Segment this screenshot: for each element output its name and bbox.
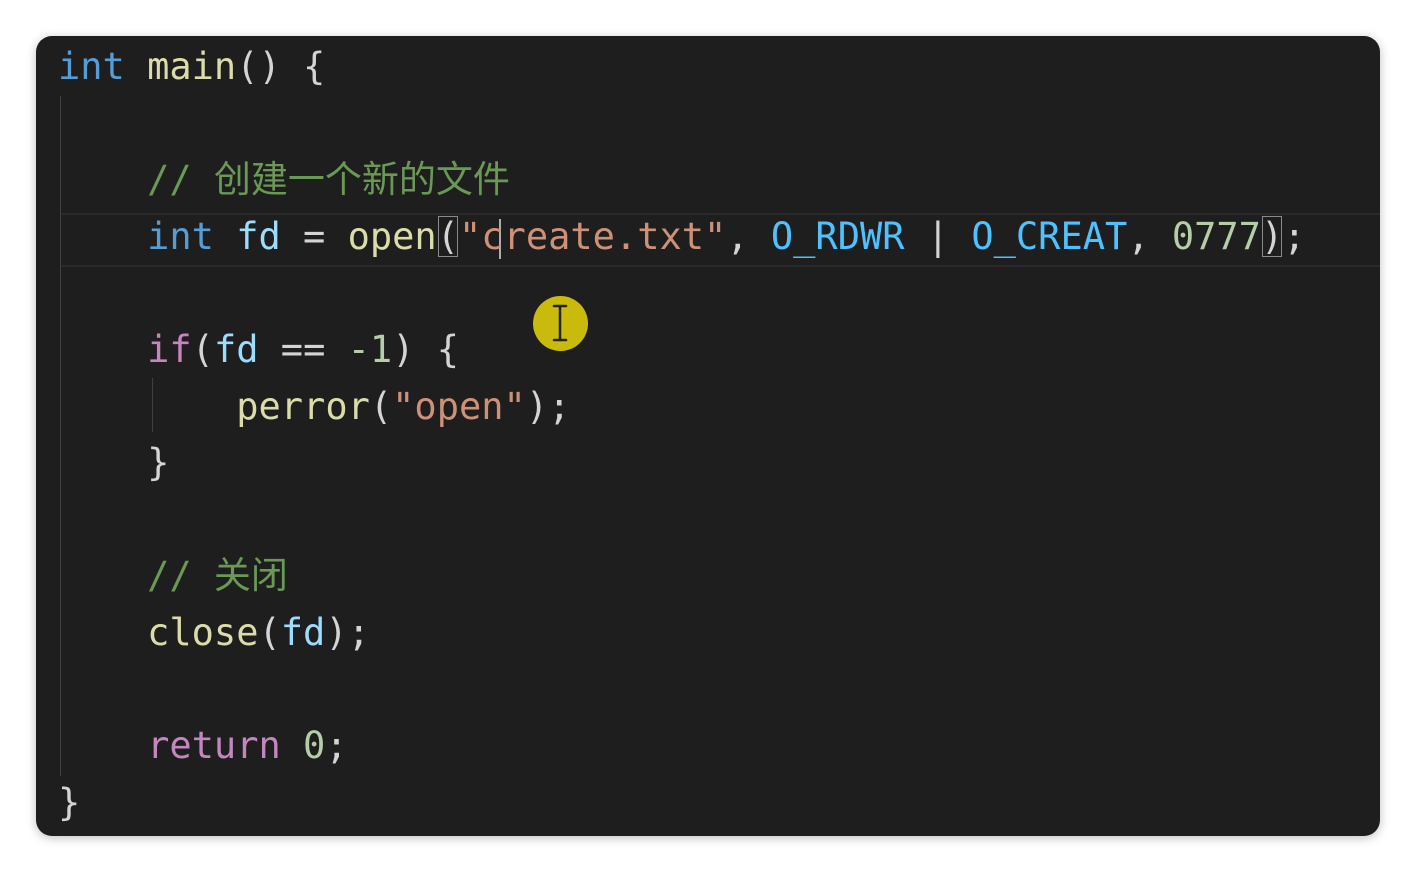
code-line-10[interactable]: // 关闭 <box>36 548 1380 604</box>
code-token: open <box>347 214 437 258</box>
code-line-3[interactable]: // 创建一个新的文件 <box>36 152 1380 208</box>
code-token: int <box>147 214 214 258</box>
code-line-7[interactable]: perror("open"); <box>36 379 1380 435</box>
code-line-14[interactable]: } <box>36 775 1380 831</box>
code-token: ) <box>1260 214 1284 258</box>
code-token: () { <box>236 45 326 88</box>
screenshot-frame: int main() { // 创建一个新的文件 int fd = open("… <box>36 36 1380 836</box>
code-line-2[interactable] <box>36 96 1380 152</box>
code-editor[interactable]: int main() { // 创建一个新的文件 int fd = open("… <box>36 36 1380 836</box>
code-token: O_CREAT <box>971 214 1128 258</box>
code-line-9[interactable] <box>36 492 1380 548</box>
code-line-8[interactable]: } <box>36 435 1380 491</box>
code-line-4[interactable]: int fd = open("create.txt", O_RDWR | O_C… <box>36 209 1380 265</box>
code-token: ); <box>525 384 571 428</box>
code-token: "open" <box>392 384 526 428</box>
code-token: ; <box>1283 214 1306 258</box>
code-token: = <box>280 214 348 258</box>
code-token: ) { <box>392 328 460 371</box>
code-token: "create.txt" <box>459 214 727 258</box>
code-line-6[interactable]: if(fd == -1) { <box>36 322 1380 378</box>
code-line-12[interactable] <box>36 662 1380 718</box>
code-token: ( <box>436 214 459 258</box>
code-token: fd <box>213 328 259 371</box>
code-token: 0777 <box>1171 214 1261 258</box>
code-token: == <box>258 328 348 371</box>
code-line-11[interactable]: close(fd); <box>36 605 1380 661</box>
code-token: , <box>726 214 771 258</box>
code-token: ; <box>325 724 348 768</box>
code-token: ( <box>258 611 281 654</box>
code-token: fd <box>280 611 326 654</box>
code-token: ( <box>369 384 393 428</box>
code-token: fd <box>236 214 281 258</box>
code-token: // 关闭 <box>58 554 288 598</box>
code-token: } <box>58 780 81 824</box>
code-line-13[interactable]: return 0; <box>36 718 1380 774</box>
code-token: 0 <box>303 724 326 768</box>
code-token: , <box>1127 214 1172 258</box>
code-line-1[interactable]: int main() { <box>36 39 1380 95</box>
code-token: ( <box>191 328 214 371</box>
code-token: // 创建一个新的文件 <box>58 158 510 202</box>
code-token: -1 <box>347 328 393 371</box>
code-token: | <box>904 214 972 258</box>
code-token: return <box>147 724 281 768</box>
code-token: } <box>58 441 170 485</box>
code-token: close <box>147 611 259 654</box>
code-token: perror <box>236 384 370 428</box>
code-token: ); <box>325 611 370 654</box>
code-line-5[interactable] <box>36 265 1380 321</box>
code-token: main <box>147 45 237 88</box>
code-token: if <box>147 328 192 371</box>
code-token: int <box>58 45 125 88</box>
code-token: O_RDWR <box>770 214 905 258</box>
